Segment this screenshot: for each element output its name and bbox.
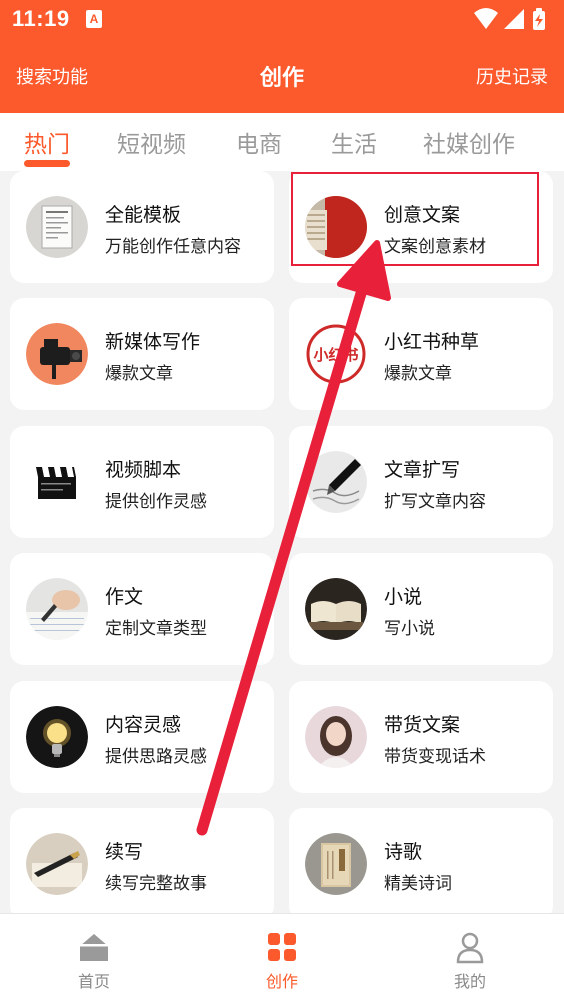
card-title: 诗歌 (384, 841, 423, 863)
document-template-icon (26, 196, 88, 258)
card-content-inspiration[interactable]: 内容灵感 提供思路灵感 (10, 681, 274, 793)
card-subtitle: 扩写文章内容 (384, 492, 486, 512)
card-subtitle: 万能创作任意内容 (105, 237, 241, 257)
red-book-icon (305, 196, 367, 258)
wifi-icon (474, 8, 498, 29)
history-link[interactable]: 历史记录 (476, 63, 548, 89)
card-subtitle: 定制文章类型 (105, 619, 207, 639)
fountain-pen-icon (305, 451, 367, 513)
card-title: 作文 (105, 586, 144, 608)
card-poetry[interactable]: 诗歌 精美诗词 (289, 808, 553, 920)
card-novel[interactable]: 小说 写小说 (289, 553, 553, 665)
card-article-expansion[interactable]: 文章扩写 扩写文章内容 (289, 426, 553, 538)
card-title: 内容灵感 (105, 714, 182, 736)
card-video-script[interactable]: 视频脚本 提供创作灵感 (10, 426, 274, 538)
card-subtitle: 续写完整故事 (105, 874, 207, 894)
user-icon (456, 932, 484, 964)
page-title: 创作 (259, 66, 304, 91)
card-subtitle: 提供思路灵感 (105, 747, 207, 767)
card-sales-copy[interactable]: 带货文案 带货变现话术 (289, 681, 553, 793)
top-app-bar: 11:19 A 搜索功能 创作 历史记录 (0, 0, 564, 113)
card-all-purpose-template[interactable]: 全能模板 万能创作任意内容 (10, 171, 274, 283)
nav-home[interactable]: 首页 (34, 914, 154, 1004)
active-tab-indicator (24, 160, 70, 167)
card-title: 续写 (105, 841, 144, 863)
writing-hand-icon (26, 578, 88, 640)
tab-short-video[interactable]: 短视频 (117, 125, 186, 159)
status-time: 11:19 (12, 6, 70, 31)
card-title: 小说 (384, 586, 423, 608)
card-subtitle: 爆款文章 (105, 364, 173, 384)
grid-icon (268, 933, 296, 961)
video-camera-icon (26, 323, 88, 385)
card-title: 小红书种草 (384, 331, 480, 353)
battery-icon (533, 8, 545, 30)
poetry-book-icon (305, 833, 367, 895)
woman-portrait-icon (305, 706, 367, 768)
status-bar: 11:19 A (0, 0, 564, 38)
card-subtitle: 写小说 (384, 619, 435, 639)
card-title: 文章扩写 (384, 459, 461, 481)
card-new-media-writing[interactable]: 新媒体写作 爆款文章 (10, 298, 274, 410)
light-bulb-icon (26, 706, 88, 768)
category-tabs: 热门 短视频 电商 生活 社媒创作 (0, 113, 564, 171)
nav-label: 创作 (265, 972, 298, 991)
nav-label: 我的 (453, 972, 486, 991)
bottom-navigation: 首页 创作 我的 (0, 913, 564, 1004)
nav-mine[interactable]: 我的 (410, 914, 530, 1004)
card-composition[interactable]: 作文 定制文章类型 (10, 553, 274, 665)
card-xiaohongshu-seeding[interactable]: 小红书 小红书种草 爆款文章 (289, 298, 553, 410)
xiaohongshu-logo-text: 小红书 (313, 346, 358, 364)
search-function-link[interactable]: 搜索功能 (16, 63, 88, 89)
signal-icon (504, 9, 524, 29)
pen-notebook-icon (26, 833, 88, 895)
card-continue-writing[interactable]: 续写 续写完整故事 (10, 808, 274, 920)
card-subtitle: 爆款文章 (384, 364, 452, 384)
card-subtitle: 文案创意素材 (384, 237, 486, 257)
home-icon (80, 934, 108, 961)
notification-a-icon: A (86, 10, 102, 28)
card-title: 视频脚本 (105, 459, 182, 481)
card-title: 全能模板 (105, 204, 182, 226)
card-subtitle: 带货变现话术 (384, 747, 486, 767)
card-subtitle: 提供创作灵感 (105, 492, 207, 512)
card-title: 创意文案 (384, 204, 461, 226)
card-title: 新媒体写作 (105, 331, 201, 353)
status-icons (474, 8, 545, 30)
card-title: 带货文案 (384, 714, 461, 736)
tab-life[interactable]: 生活 (331, 125, 377, 159)
xiaohongshu-logo-icon: 小红书 (305, 323, 367, 385)
open-book-icon (305, 578, 367, 640)
tab-ecommerce[interactable]: 电商 (236, 125, 282, 159)
clapperboard-icon (26, 451, 88, 513)
card-subtitle: 精美诗词 (384, 874, 452, 894)
card-creative-copy[interactable]: 创意文案 文案创意素材 (289, 171, 553, 283)
nav-label: 首页 (77, 972, 110, 991)
nav-create[interactable]: 创作 (222, 914, 342, 1004)
tab-hot[interactable]: 热门 (24, 125, 70, 159)
tab-social-media[interactable]: 社媒创作 (423, 125, 515, 159)
